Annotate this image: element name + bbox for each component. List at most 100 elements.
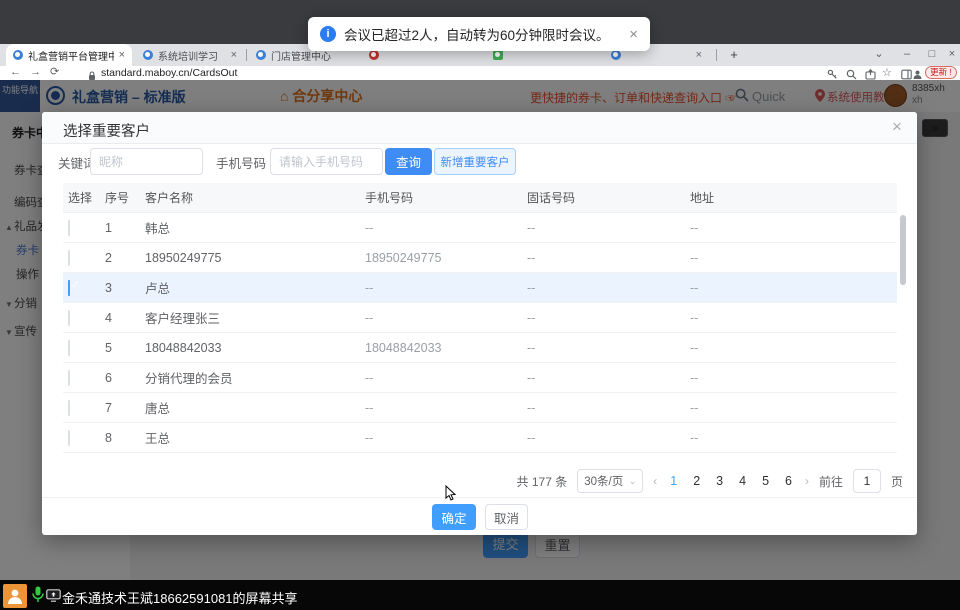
row-checkbox[interactable] xyxy=(68,340,70,356)
screen-share-bar: 金禾通技术王斌18662591081的屏幕共享 xyxy=(0,580,960,610)
page-4[interactable]: 4 xyxy=(736,474,749,488)
page-1[interactable]: 1 xyxy=(667,474,680,488)
window-close-button[interactable]: × xyxy=(941,44,960,66)
goto-suffix: 页 xyxy=(891,473,903,490)
phone-label: 手机号码 xyxy=(216,153,266,172)
browser-tab-1[interactable]: 礼盒营销平台管理中心 × xyxy=(6,44,132,66)
toast-close-icon[interactable]: × xyxy=(629,26,638,43)
query-button[interactable]: 查询 xyxy=(385,148,432,175)
page-2[interactable]: 2 xyxy=(690,474,703,488)
table-row[interactable]: 6 分销代理的会员 -- -- -- xyxy=(63,363,897,393)
row-index: 2 xyxy=(105,251,145,265)
dialog-close-icon[interactable]: × xyxy=(887,117,907,137)
row-customer-name: 韩总 xyxy=(145,218,365,237)
row-mobile: -- xyxy=(365,431,527,445)
col-mobile: 手机号码 xyxy=(365,189,527,206)
chevron-down-icon: ⌄ xyxy=(629,476,637,487)
tab-close-icon[interactable]: × xyxy=(231,49,237,61)
meeting-toast: i 会议已超过2人，自动转为60分钟限时会议。 × xyxy=(308,17,650,51)
row-customer-name: 18048842033 xyxy=(145,341,365,355)
add-customer-button[interactable]: 新增重要客户 xyxy=(434,148,516,175)
tab-close-icon[interactable]: × xyxy=(119,49,125,61)
next-page-icon[interactable]: › xyxy=(805,474,809,488)
page-size-select[interactable]: 30条/页 ⌄ xyxy=(577,469,643,493)
row-checkbox[interactable] xyxy=(68,370,70,386)
row-tel: -- xyxy=(527,311,690,325)
participant-icon[interactable] xyxy=(3,584,27,608)
row-address: -- xyxy=(690,431,897,445)
dialog-header: 选择重要客户 × xyxy=(42,112,917,144)
tab-divider xyxy=(716,49,717,61)
goto-label: 前往 xyxy=(819,473,843,490)
url-text[interactable]: standard.maboy.cn/CardsOut xyxy=(101,67,237,79)
phone-input[interactable] xyxy=(270,148,383,175)
page-6[interactable]: 6 xyxy=(782,474,795,488)
row-tel: -- xyxy=(527,221,690,235)
customer-table: 选择 序号 客户名称 手机号码 固话号码 地址 1 韩总 -- -- -- 2 … xyxy=(63,183,897,453)
tab-search-icon[interactable]: ⌄ xyxy=(868,44,890,66)
prev-page-icon[interactable]: ‹ xyxy=(653,474,657,488)
row-checkbox[interactable] xyxy=(68,430,70,446)
table-row[interactable]: 8 王总 -- -- -- xyxy=(63,423,897,453)
table-scrollbar[interactable] xyxy=(900,215,906,285)
row-address: -- xyxy=(690,281,897,295)
row-tel: -- xyxy=(527,251,690,265)
row-tel: -- xyxy=(527,281,690,295)
row-index: 7 xyxy=(105,401,145,415)
row-customer-name: 客户经理张三 xyxy=(145,308,365,327)
keyword-input[interactable] xyxy=(90,148,203,175)
page-3[interactable]: 3 xyxy=(713,474,726,488)
row-checkbox[interactable] xyxy=(68,400,70,416)
window-maximize-button[interactable]: □ xyxy=(921,44,943,66)
col-index: 序号 xyxy=(105,189,145,206)
tab-label: 礼盒营销平台管理中心 xyxy=(28,48,114,63)
pagination: 共 177 条 30条/页 ⌄ ‹ 1 2 3 4 5 6 › 前往 页 xyxy=(42,469,903,493)
goto-page-input[interactable] xyxy=(853,469,881,493)
col-address: 地址 xyxy=(690,189,897,206)
forward-icon[interactable]: → xyxy=(30,66,41,80)
row-checkbox[interactable] xyxy=(68,310,70,326)
confirm-button[interactable]: 确定 xyxy=(432,504,476,530)
table-row[interactable]: 7 唐总 -- -- -- xyxy=(63,393,897,423)
microphone-icon[interactable] xyxy=(32,586,44,608)
row-customer-name: 18950249775 xyxy=(145,251,365,265)
row-customer-name: 分销代理的会员 xyxy=(145,368,365,387)
browser-tab-2[interactable]: 系统培训学习 × xyxy=(136,44,244,66)
row-checkbox[interactable] xyxy=(68,250,70,266)
table-row[interactable]: 1 韩总 -- -- -- xyxy=(63,213,897,243)
dialog-title: 选择重要客户 xyxy=(63,120,150,141)
table-row[interactable]: 3 卢总 -- -- -- xyxy=(63,273,897,303)
tab-divider xyxy=(246,49,247,61)
browser-toolbar: ← → ⟳ standard.maboy.cn/CardsOut ☆ 更新 ! xyxy=(0,66,960,80)
new-tab-button[interactable]: + xyxy=(726,47,742,63)
table-header-row: 选择 序号 客户名称 手机号码 固话号码 地址 xyxy=(63,183,897,213)
site-favicon-icon xyxy=(13,50,23,60)
toast-message: 会议已超过2人，自动转为60分钟限时会议。 xyxy=(344,24,610,44)
site-favicon-icon xyxy=(493,50,503,60)
bookmark-star-icon[interactable]: ☆ xyxy=(882,66,892,79)
row-index: 4 xyxy=(105,311,145,325)
row-mobile: 18048842033 xyxy=(365,341,527,355)
table-row[interactable]: 4 客户经理张三 -- -- -- xyxy=(63,303,897,333)
screen: 礼盒营销平台管理中心 × 系统培训学习 × 门店管理中心 × + ⌄ – □ × xyxy=(0,0,960,610)
reload-icon[interactable]: ⟳ xyxy=(50,66,59,80)
row-customer-name: 卢总 xyxy=(145,278,365,297)
screen-share-icon[interactable] xyxy=(46,589,61,607)
back-icon[interactable]: ← xyxy=(10,66,21,80)
table-row[interactable]: 5 18048842033 18048842033 -- -- xyxy=(63,333,897,363)
row-address: -- xyxy=(690,251,897,265)
row-index: 3 xyxy=(105,281,145,295)
row-checkbox[interactable] xyxy=(68,220,70,236)
row-checkbox[interactable] xyxy=(68,280,70,296)
row-index: 5 xyxy=(105,341,145,355)
window-minimize-button[interactable]: – xyxy=(896,44,918,66)
row-address: -- xyxy=(690,401,897,415)
cancel-button[interactable]: 取消 xyxy=(485,504,528,530)
row-tel: -- xyxy=(527,371,690,385)
row-address: -- xyxy=(690,221,897,235)
table-row[interactable]: 2 18950249775 18950249775 -- -- xyxy=(63,243,897,273)
chrome-update-button[interactable]: 更新 ! xyxy=(925,66,957,79)
tab-close-icon[interactable]: × xyxy=(696,49,702,61)
page-5[interactable]: 5 xyxy=(759,474,772,488)
row-tel: -- xyxy=(527,431,690,445)
